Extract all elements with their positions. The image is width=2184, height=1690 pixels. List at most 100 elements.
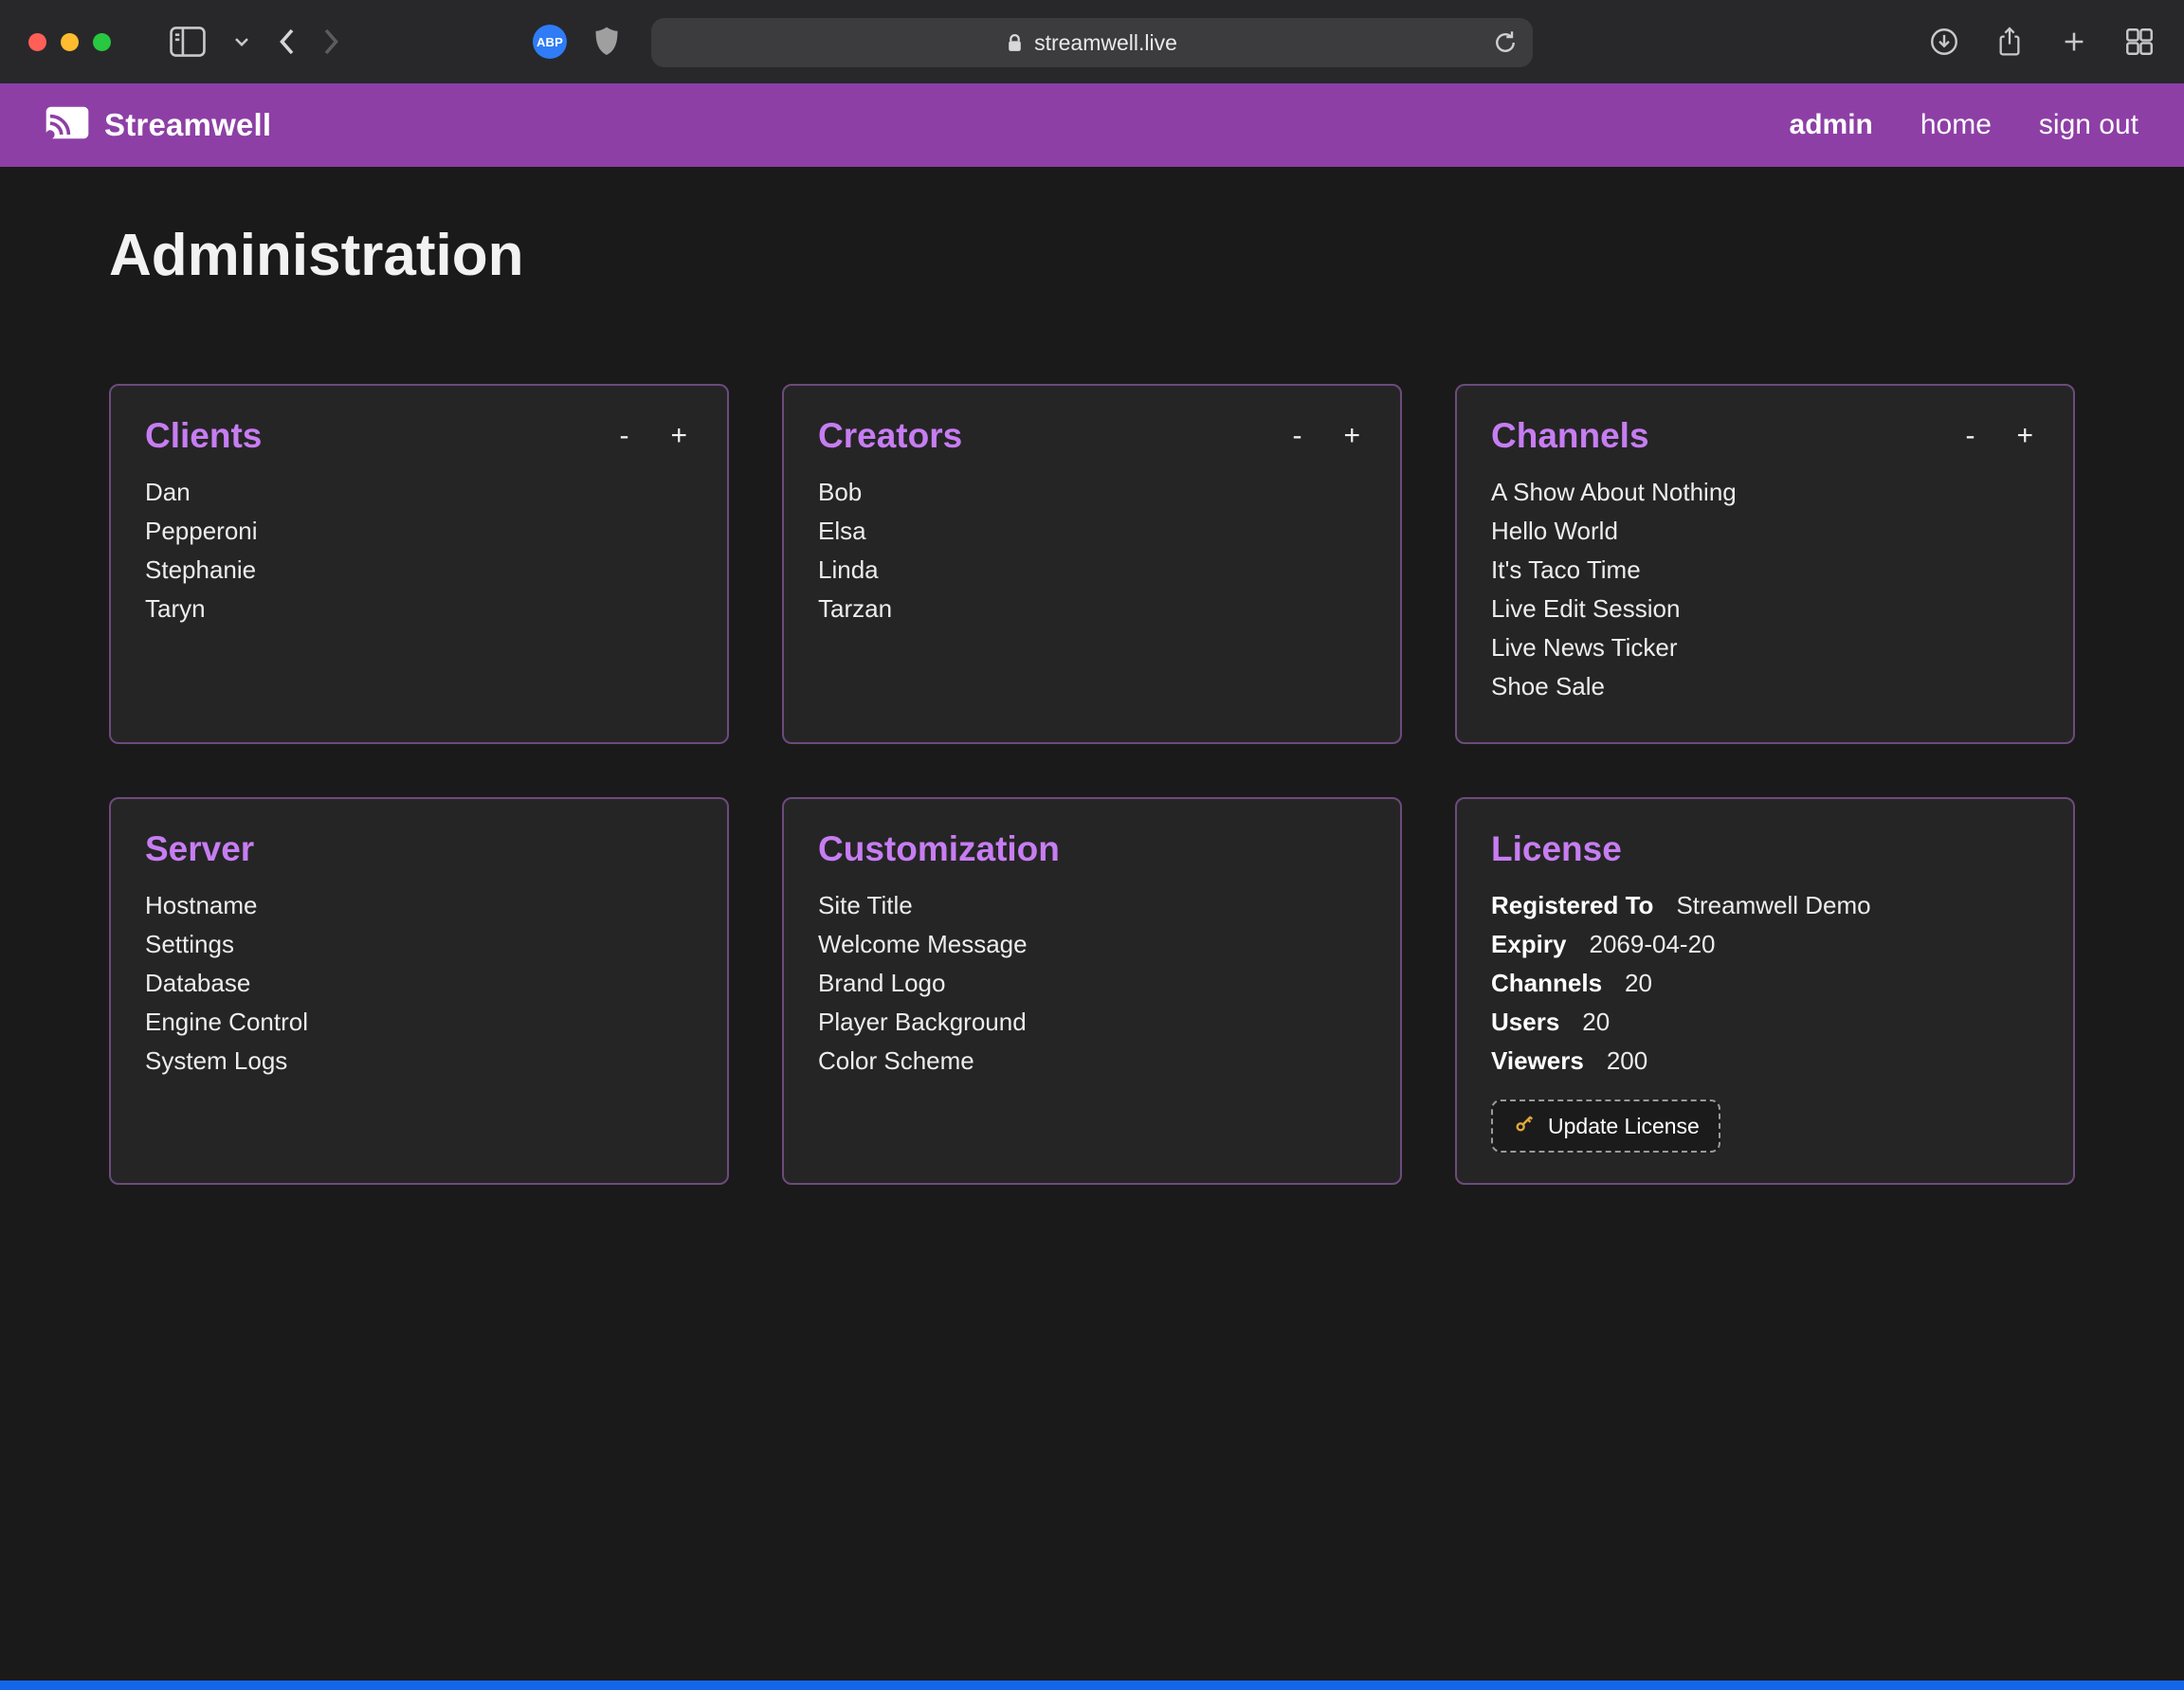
bottom-edge-strip (0, 1681, 2184, 1690)
card-creators-title: Creators (818, 416, 962, 456)
minimize-window-button[interactable] (61, 33, 79, 51)
remove-creator-button[interactable]: - (1292, 422, 1301, 450)
sidebar-toggle-icon[interactable] (170, 27, 206, 57)
creator-item[interactable]: Elsa (818, 512, 1366, 551)
lock-icon[interactable] (1007, 33, 1023, 53)
new-tab-icon[interactable] (2059, 27, 2089, 57)
card-server: Server Hostname Settings Database Engine… (109, 797, 729, 1185)
license-details: Registered To Streamwell Demo Expiry 206… (1491, 886, 2039, 1081)
admin-page: Administration Clients - + Dan Pepperoni… (0, 167, 2184, 1185)
creator-item[interactable]: Bob (818, 473, 1366, 512)
admin-card-grid: Clients - + Dan Pepperoni Stephanie Tary… (109, 384, 2075, 1185)
customization-item[interactable]: Site Title (818, 886, 1366, 925)
channel-item[interactable]: A Show About Nothing (1491, 473, 2039, 512)
remove-client-button[interactable]: - (619, 422, 628, 450)
customization-item[interactable]: Welcome Message (818, 925, 1366, 964)
tab-overview-icon[interactable] (2123, 26, 2156, 58)
license-row: Channels 20 (1491, 964, 2039, 1003)
card-channels: Channels - + A Show About Nothing Hello … (1455, 384, 2075, 744)
server-list: Hostname Settings Database Engine Contro… (145, 886, 693, 1081)
creators-list: Bob Elsa Linda Tarzan (818, 473, 1366, 628)
nav-links: admin home sign out (1790, 109, 2138, 141)
server-item[interactable]: Engine Control (145, 1003, 693, 1042)
server-item[interactable]: System Logs (145, 1042, 693, 1081)
client-item[interactable]: Dan (145, 473, 693, 512)
server-item[interactable]: Settings (145, 925, 693, 964)
safari-window: ABP streamwell.live (0, 0, 2184, 1690)
adblock-extension-icon[interactable]: ABP (533, 25, 567, 59)
cast-icon (46, 106, 89, 144)
close-window-button[interactable] (28, 33, 46, 51)
back-button[interactable] (278, 27, 295, 56)
license-value: Streamwell Demo (1676, 886, 1870, 925)
browser-actions (1928, 25, 2156, 59)
card-channels-title: Channels (1491, 416, 1649, 456)
remove-channel-button[interactable]: - (1965, 422, 1975, 450)
license-row: Expiry 2069-04-20 (1491, 925, 2039, 964)
share-icon[interactable] (1994, 25, 2025, 59)
nav-item-admin[interactable]: admin (1790, 109, 1873, 141)
license-label: Expiry (1491, 925, 1567, 964)
card-creators: Creators - + Bob Elsa Linda Tarzan (782, 384, 1402, 744)
client-item[interactable]: Taryn (145, 590, 693, 628)
card-license: License Registered To Streamwell Demo Ex… (1455, 797, 2075, 1185)
nav-item-home[interactable]: home (1920, 109, 1992, 141)
license-value: 20 (1582, 1003, 1610, 1042)
card-customization: Customization Site Title Welcome Message… (782, 797, 1402, 1185)
card-license-title: License (1491, 829, 1622, 869)
address-bar[interactable]: streamwell.live (651, 18, 1533, 67)
add-client-button[interactable]: + (670, 422, 687, 450)
navigation-tools (170, 27, 340, 57)
license-row: Viewers 200 (1491, 1042, 2039, 1081)
update-license-label: Update License (1548, 1114, 1700, 1139)
site-navbar: Streamwell admin home sign out (0, 83, 2184, 167)
card-server-title: Server (145, 829, 254, 869)
card-clients-title: Clients (145, 416, 262, 456)
license-row: Registered To Streamwell Demo (1491, 886, 2039, 925)
license-value: 20 (1625, 964, 1652, 1003)
downloads-icon[interactable] (1928, 26, 1960, 58)
channel-item[interactable]: Live Edit Session (1491, 590, 2039, 628)
client-item[interactable]: Stephanie (145, 551, 693, 590)
zoom-window-button[interactable] (93, 33, 111, 51)
license-value: 2069-04-20 (1590, 925, 1716, 964)
card-clients: Clients - + Dan Pepperoni Stephanie Tary… (109, 384, 729, 744)
add-creator-button[interactable]: + (1343, 422, 1360, 450)
clients-list: Dan Pepperoni Stephanie Taryn (145, 473, 693, 628)
customization-list: Site Title Welcome Message Brand Logo Pl… (818, 886, 1366, 1081)
channel-item[interactable]: Hello World (1491, 512, 2039, 551)
customization-item[interactable]: Brand Logo (818, 964, 1366, 1003)
brand-logo[interactable]: Streamwell (46, 106, 271, 144)
forward-button[interactable] (323, 27, 340, 56)
channel-item[interactable]: Shoe Sale (1491, 667, 2039, 706)
channel-item[interactable]: Live News Ticker (1491, 628, 2039, 667)
license-row: Users 20 (1491, 1003, 2039, 1042)
server-item[interactable]: Hostname (145, 886, 693, 925)
creator-item[interactable]: Tarzan (818, 590, 1366, 628)
nav-item-signout[interactable]: sign out (2039, 109, 2138, 141)
brand-name: Streamwell (104, 107, 271, 143)
card-customization-title: Customization (818, 829, 1060, 869)
extension-badges: ABP (533, 0, 620, 83)
update-license-button[interactable]: Update License (1491, 1099, 1720, 1153)
channels-list: A Show About Nothing Hello World It's Ta… (1491, 473, 2039, 706)
channel-item[interactable]: It's Taco Time (1491, 551, 2039, 590)
client-item[interactable]: Pepperoni (145, 512, 693, 551)
license-value: 200 (1607, 1042, 1647, 1081)
server-item[interactable]: Database (145, 964, 693, 1003)
page-title: Administration (109, 222, 2075, 289)
license-label: Channels (1491, 964, 1602, 1003)
key-icon (1512, 1111, 1537, 1141)
sidebar-chevron-down-icon[interactable] (234, 37, 249, 47)
url-text: streamwell.live (1034, 30, 1177, 56)
reload-icon[interactable] (1491, 28, 1520, 57)
creator-item[interactable]: Linda (818, 551, 1366, 590)
license-label: Registered To (1491, 886, 1653, 925)
privacy-shield-icon[interactable] (593, 26, 620, 58)
license-label: Viewers (1491, 1042, 1584, 1081)
add-channel-button[interactable]: + (2016, 422, 2033, 450)
window-controls (28, 33, 111, 51)
customization-item[interactable]: Color Scheme (818, 1042, 1366, 1081)
customization-item[interactable]: Player Background (818, 1003, 1366, 1042)
license-label: Users (1491, 1003, 1559, 1042)
